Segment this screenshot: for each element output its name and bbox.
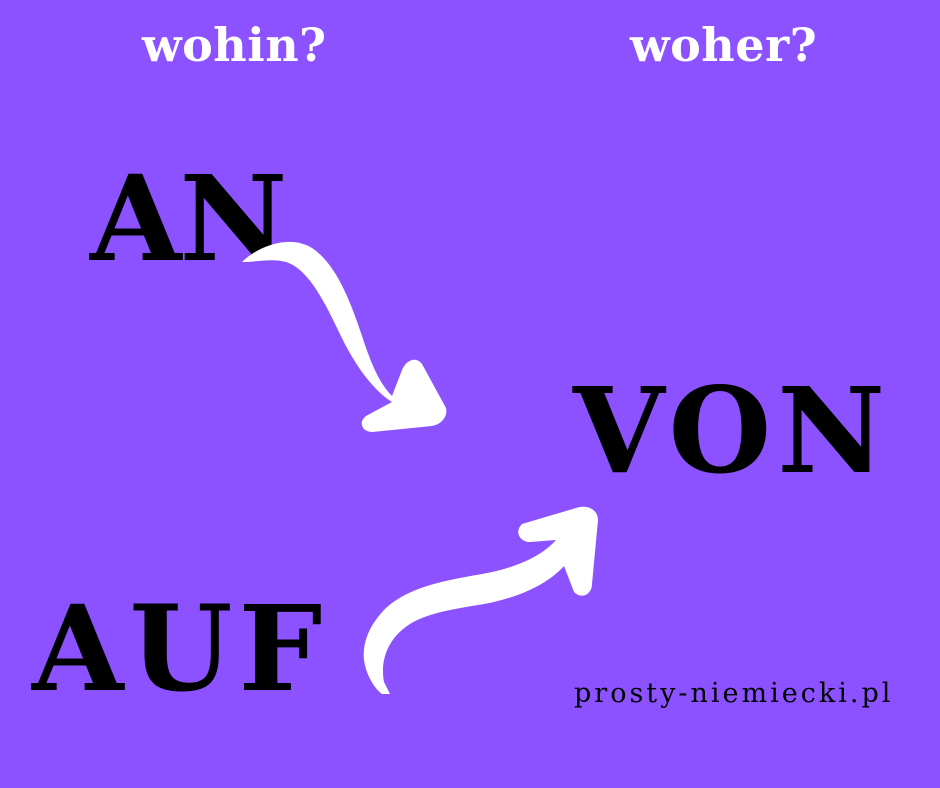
word-von: VON (573, 361, 892, 500)
website-label: prosty-niemiecki.pl (574, 678, 894, 709)
word-auf: AUF (32, 579, 329, 718)
